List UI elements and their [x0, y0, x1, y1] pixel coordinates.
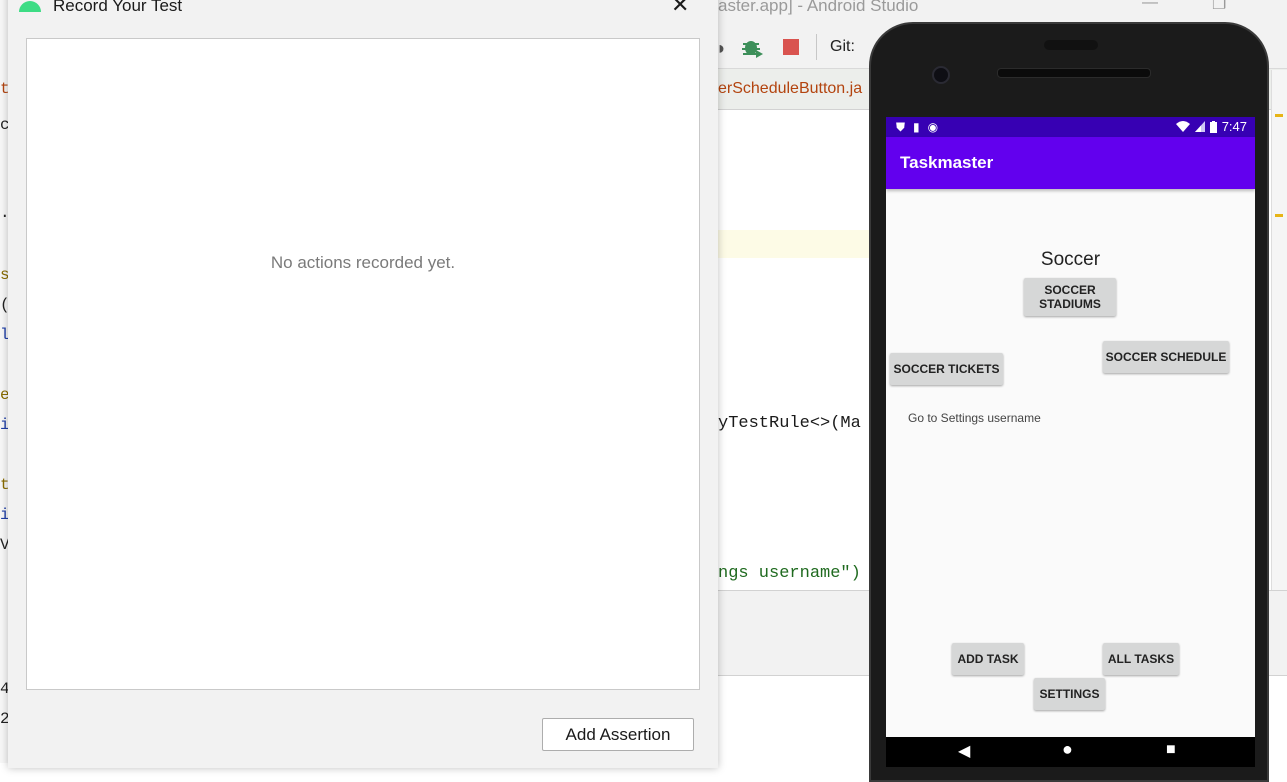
add-task-button[interactable]: ADD TASK	[952, 643, 1024, 675]
soccer-schedule-button[interactable]: SOCCER SCHEDULE	[1103, 341, 1229, 373]
device-notch	[1044, 40, 1098, 50]
button-label: STADIUMS	[1039, 297, 1101, 311]
wifi-icon	[1175, 121, 1190, 132]
camera-icon	[932, 66, 950, 84]
gutter-warning-mark[interactable]	[1275, 214, 1283, 217]
editor-tab-schedule-button[interactable]: erScheduleButton.ja	[718, 80, 862, 98]
code-line-settings-username: ngs username")	[718, 564, 861, 583]
sync-icon: ◉	[927, 120, 939, 134]
battery-icon	[1209, 120, 1217, 133]
sd-card-icon: ▮	[913, 120, 920, 134]
device-screen[interactable]: ⛊ ▮ ◉ 7:47 Taskmaster Soccer SOCCER STAD…	[886, 117, 1255, 762]
settings-username-label: Go to Settings username	[908, 411, 1041, 425]
status-time: 7:47	[1221, 119, 1247, 134]
minimize-icon[interactable]: —	[1142, 0, 1158, 12]
status-bar: ⛊ ▮ ◉ 7:47	[886, 117, 1255, 137]
shield-icon: ⛊	[896, 120, 906, 134]
code-line-test-rule: yTestRule<>(Ma	[718, 414, 861, 433]
app-bar: Taskmaster	[886, 137, 1255, 189]
home-icon[interactable]: ●	[1062, 739, 1073, 760]
back-icon[interactable]: ◀	[958, 741, 970, 761]
status-system-icons: 7:47	[1175, 119, 1247, 134]
maximize-icon[interactable]: ❐	[1212, 0, 1226, 14]
debug-icon[interactable]	[740, 36, 764, 58]
add-assertion-button[interactable]: Add Assertion	[542, 718, 694, 751]
settings-button[interactable]: SETTINGS	[1034, 678, 1105, 710]
emulator-device-frame: ⛊ ▮ ◉ 7:47 Taskmaster Soccer SOCCER STAD…	[869, 22, 1269, 782]
empty-actions-message: No actions recorded yet.	[270, 253, 456, 272]
soccer-stadiums-button[interactable]: SOCCER STADIUMS	[1024, 278, 1116, 316]
left-editor-strip	[0, 0, 8, 763]
recents-icon[interactable]: ■	[1166, 741, 1176, 759]
gutter-warning-mark[interactable]	[1275, 114, 1283, 117]
status-notification-icons: ⛊ ▮ ◉	[896, 120, 938, 135]
git-label[interactable]: Git:	[830, 38, 855, 56]
speaker-grille	[997, 68, 1151, 78]
record-test-dialog: Record Your Test ✕ No actions recorded y…	[8, 0, 718, 768]
toolbar-separator	[816, 34, 817, 60]
dialog-title: Record Your Test	[53, 0, 183, 15]
stop-icon[interactable]	[783, 39, 799, 55]
ide-window-title: aster.app] - Android Studio	[718, 0, 919, 15]
button-label: SOCCER	[1044, 283, 1096, 297]
editor-right-gutter[interactable]	[1271, 70, 1287, 590]
sport-heading: Soccer	[1040, 249, 1101, 270]
app-title: Taskmaster	[900, 153, 994, 172]
recorded-actions-list[interactable]: No actions recorded yet.	[26, 38, 700, 690]
close-icon[interactable]: ✕	[671, 0, 689, 16]
android-icon	[19, 1, 41, 12]
soccer-tickets-button[interactable]: SOCCER TICKETS	[890, 353, 1003, 385]
signal-icon	[1194, 121, 1205, 132]
current-line-highlight	[718, 230, 870, 258]
all-tasks-button[interactable]: ALL TASKS	[1103, 643, 1179, 675]
